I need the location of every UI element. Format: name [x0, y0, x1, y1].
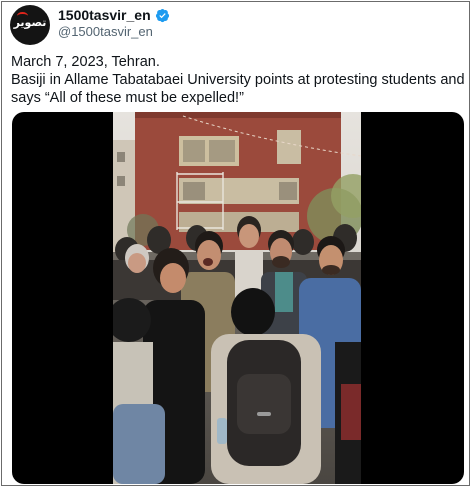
tweet-text-line: Basiji in Allame Tabatabaei University p… — [11, 72, 465, 88]
author-name-row: 1500tasvir_en — [58, 6, 170, 24]
tweet-text-line: March 7, 2023, Tehran. — [11, 54, 160, 70]
author-display-name[interactable]: 1500tasvir_en — [58, 7, 151, 23]
video-frame[interactable] — [113, 112, 361, 484]
avatar-logo-text: تصویر — [13, 16, 47, 29]
tweet-media[interactable] — [12, 112, 464, 484]
protest-scene-image — [113, 112, 361, 484]
tweet-text-line: says “All of these must be expelled!” — [11, 90, 244, 106]
tweet-text: March 7, 2023, Tehran. Basiji in Allame … — [11, 53, 471, 107]
tweet-card: تصویر 1500tasvir_en @1500tasvir_en March… — [1, 1, 470, 486]
verified-badge-icon — [155, 8, 169, 22]
author-handle[interactable]: @1500tasvir_en — [58, 24, 153, 39]
avatar[interactable]: تصویر — [10, 5, 50, 45]
